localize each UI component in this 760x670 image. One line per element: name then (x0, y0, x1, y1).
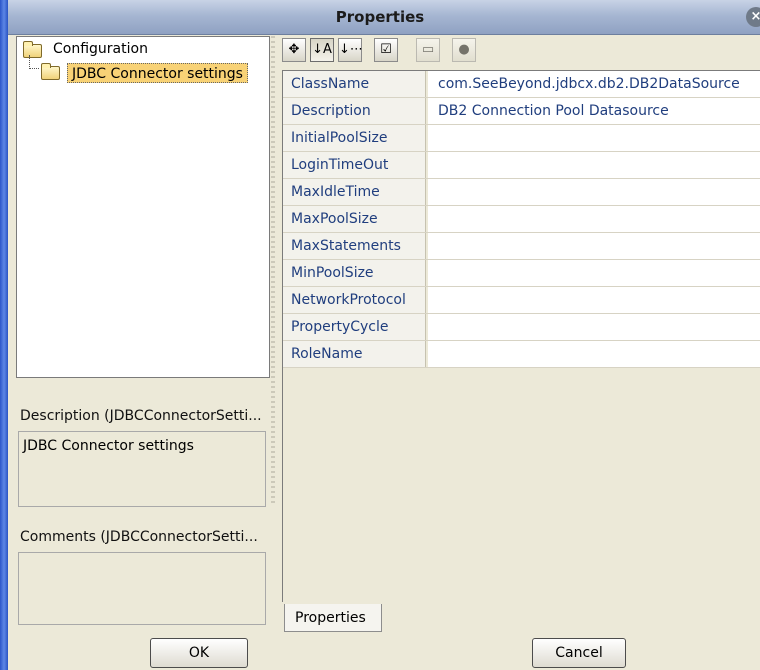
property-row[interactable]: MaxPoolSize (283, 206, 760, 233)
sort-category-icon[interactable]: ↓⋯ (338, 38, 363, 62)
window-title: Properties (335, 8, 425, 26)
circle-icon[interactable]: ● (452, 38, 476, 62)
splitter-handle[interactable] (271, 36, 275, 506)
property-row[interactable]: LoginTimeOut (283, 152, 760, 179)
property-grid[interactable]: ClassName com.SeeBeyond.jdbcx.db2.DB2Dat… (282, 70, 760, 602)
configuration-tree[interactable]: Configuration JDBC Connector settings (16, 36, 270, 378)
property-name: InitialPoolSize (283, 125, 426, 151)
property-name: RoleName (283, 341, 426, 367)
property-row[interactable]: InitialPoolSize (283, 125, 760, 152)
property-value[interactable] (428, 125, 760, 151)
property-row[interactable]: MinPoolSize (283, 260, 760, 287)
properties-toolbar: ✥ ↓A ↓⋯ ☑ ▭ ● (282, 36, 752, 64)
sort-az-icon[interactable]: ↓A (310, 38, 334, 62)
comments-label: Comments (JDBCConnectorSetti... (20, 529, 258, 545)
property-row[interactable]: Description DB2 Connection Pool Datasour… (283, 98, 760, 125)
property-value[interactable]: DB2 Connection Pool Datasource (428, 98, 760, 124)
description-field[interactable]: JDBC Connector settings (18, 431, 266, 507)
property-value[interactable] (428, 233, 760, 259)
property-row[interactable]: MaxStatements (283, 233, 760, 260)
description-label: Description (JDBCConnectorSetti... (20, 408, 262, 424)
checklist-icon[interactable]: ☑ (374, 38, 398, 62)
property-name: NetworkProtocol (283, 287, 426, 313)
ok-button[interactable]: OK (150, 638, 248, 668)
pin-icon[interactable]: ✥ (282, 38, 306, 62)
close-icon[interactable]: × (746, 7, 760, 27)
tree-connector-line (29, 68, 39, 70)
property-name: MaxStatements (283, 233, 426, 259)
tree-item-label: Configuration (53, 41, 148, 57)
folder-icon (23, 41, 42, 58)
folder-icon (41, 63, 60, 80)
cancel-button[interactable]: Cancel (532, 638, 626, 668)
tree-item-configuration[interactable]: Configuration (23, 39, 263, 59)
selected-tree-label[interactable]: JDBC Connector settings (67, 63, 248, 83)
title-bar: Properties × (0, 0, 760, 35)
tree-connector-line (29, 55, 31, 69)
property-value[interactable] (428, 314, 760, 340)
property-name: MaxIdleTime (283, 179, 426, 205)
property-row[interactable]: ClassName com.SeeBeyond.jdbcx.db2.DB2Dat… (283, 71, 760, 98)
property-name: PropertyCycle (283, 314, 426, 340)
property-name: MinPoolSize (283, 260, 426, 286)
property-value[interactable] (428, 206, 760, 232)
property-name: LoginTimeOut (283, 152, 426, 178)
property-row[interactable]: RoleName (283, 341, 760, 368)
property-value[interactable] (428, 287, 760, 313)
description-value: JDBC Connector settings (23, 438, 194, 454)
property-value[interactable] (428, 179, 760, 205)
property-row[interactable]: MaxIdleTime (283, 179, 760, 206)
property-name: Description (283, 98, 426, 124)
property-row[interactable]: NetworkProtocol (283, 287, 760, 314)
tab-properties[interactable]: Properties (284, 604, 382, 632)
property-name: MaxPoolSize (283, 206, 426, 232)
window-icon[interactable]: ▭ (416, 38, 440, 62)
window-left-border (0, 0, 8, 670)
comments-field[interactable] (18, 552, 266, 625)
property-value[interactable] (428, 152, 760, 178)
properties-dialog: Properties × Configuration JDBC Connecto… (0, 0, 760, 670)
property-row[interactable]: PropertyCycle (283, 314, 760, 341)
property-value[interactable] (428, 260, 760, 286)
property-name: ClassName (283, 71, 426, 97)
property-value[interactable]: com.SeeBeyond.jdbcx.db2.DB2DataSource (428, 71, 760, 97)
property-value[interactable] (428, 341, 760, 367)
